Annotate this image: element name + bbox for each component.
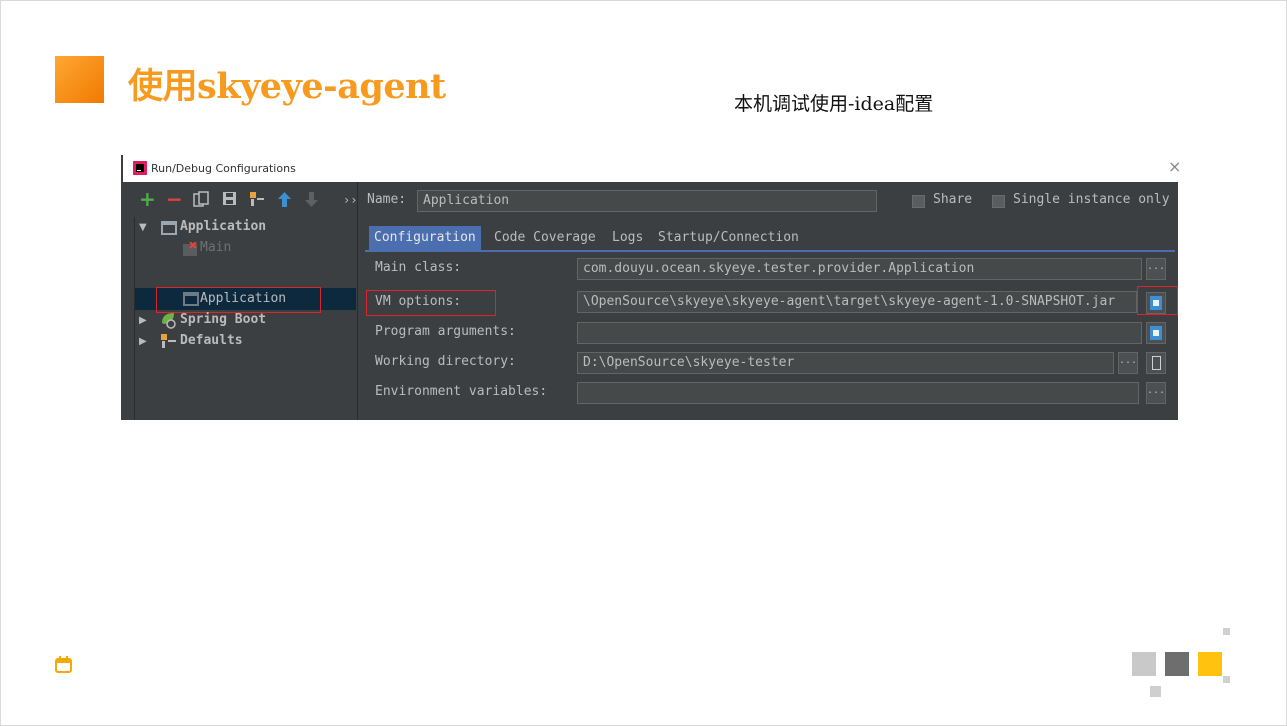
chevron-right-icon-defaults[interactable]: ▶: [139, 336, 147, 347]
main-config-error-icon: [183, 242, 197, 256]
share-label[interactable]: Share: [933, 192, 972, 207]
decor-square-dark-gray: [1165, 652, 1189, 676]
tree-left-border: [134, 217, 135, 420]
expand-icon: [1150, 326, 1162, 340]
single-instance-checkbox[interactable]: [992, 195, 1005, 208]
copy-icon[interactable]: [193, 191, 209, 208]
tree-item-main[interactable]: Main: [200, 238, 231, 258]
dialog-title: Run/Debug Configurations: [151, 162, 296, 175]
application-config-icon: [161, 221, 177, 235]
main-class-browse-button[interactable]: ...: [1146, 258, 1166, 280]
more-icon[interactable]: ››: [343, 190, 357, 210]
move-down-icon[interactable]: [305, 192, 318, 207]
calendar-icon: [55, 656, 72, 673]
tab-logs[interactable]: Logs: [607, 226, 648, 250]
tree-item-application-group[interactable]: Application: [180, 217, 266, 237]
save-icon[interactable]: [222, 191, 237, 206]
tab-startup-connection[interactable]: Startup/Connection: [653, 226, 804, 250]
remove-icon[interactable]: −: [166, 189, 183, 209]
tree-item-spring-boot[interactable]: Spring Boot: [180, 310, 266, 330]
spring-boot-icon: [162, 313, 176, 329]
decor-square-small-top: [1223, 628, 1230, 635]
chevron-down-icon[interactable]: ▼: [139, 222, 147, 233]
vm-options-input[interactable]: \OpenSource\skyeye\skyeye-agent\target\s…: [577, 291, 1137, 313]
decor-square-yellow: [1198, 652, 1222, 676]
tree-item-defaults[interactable]: Defaults: [180, 331, 243, 351]
program-arguments-input[interactable]: [577, 322, 1142, 344]
close-icon[interactable]: ×: [1168, 159, 1181, 175]
move-up-icon[interactable]: [278, 192, 291, 207]
title-square-decoration: [55, 56, 104, 103]
intellij-app-icon: [133, 161, 147, 175]
main-class-label: Main class:: [375, 260, 462, 275]
program-arguments-expand-button[interactable]: [1146, 322, 1166, 344]
decor-square-small-right: [1223, 676, 1230, 683]
tabs-underline: [365, 250, 1175, 252]
name-label: Name:: [367, 192, 407, 207]
environment-variables-browse-button[interactable]: ...: [1146, 382, 1166, 404]
configuration-form-panel: Name: Application Share Single instance …: [357, 182, 1178, 420]
environment-variables-label: Environment variables:: [375, 384, 548, 399]
highlight-box-expand: [1137, 286, 1178, 315]
decor-square-small-bottom: [1150, 686, 1161, 697]
dialog-titlebar: Run/Debug Configurations ×: [121, 155, 1181, 182]
configurations-tree-panel: + − ›› ▼ Application Main Application ▶ …: [134, 182, 358, 420]
environment-variables-input[interactable]: [577, 382, 1139, 404]
working-directory-label: Working directory:: [375, 354, 516, 369]
working-directory-browse-button[interactable]: ...: [1118, 352, 1138, 374]
slide-title: 使用skyeye-agent: [128, 66, 446, 107]
chevron-right-icon[interactable]: ▶: [139, 315, 147, 326]
share-checkbox[interactable]: [912, 195, 925, 208]
add-icon[interactable]: +: [139, 189, 156, 209]
tab-configuration[interactable]: Configuration: [369, 226, 481, 250]
tree-toolbar: + − ››: [134, 189, 357, 213]
program-arguments-label: Program arguments:: [375, 324, 516, 339]
single-instance-label[interactable]: Single instance only: [1013, 192, 1170, 207]
tab-code-coverage[interactable]: Code Coverage: [489, 226, 601, 250]
working-directory-macro-button[interactable]: [1146, 352, 1166, 374]
decor-square-light-gray: [1132, 652, 1156, 676]
slide-subtitle: 本机调试使用-idea配置: [734, 93, 934, 115]
defaults-icon: [161, 334, 176, 348]
run-debug-dialog: Run/Debug Configurations × + − ›› ▼ Appl…: [121, 155, 1181, 420]
main-class-input[interactable]: com.douyu.ocean.skyeye.tester.provider.A…: [577, 258, 1142, 280]
working-directory-input[interactable]: D:\OpenSource\skyeye-tester: [577, 352, 1114, 374]
document-icon: [1152, 356, 1161, 370]
name-input[interactable]: Application: [417, 190, 877, 212]
edit-defaults-icon[interactable]: [248, 190, 266, 208]
highlight-box-vm-options: [366, 290, 496, 316]
